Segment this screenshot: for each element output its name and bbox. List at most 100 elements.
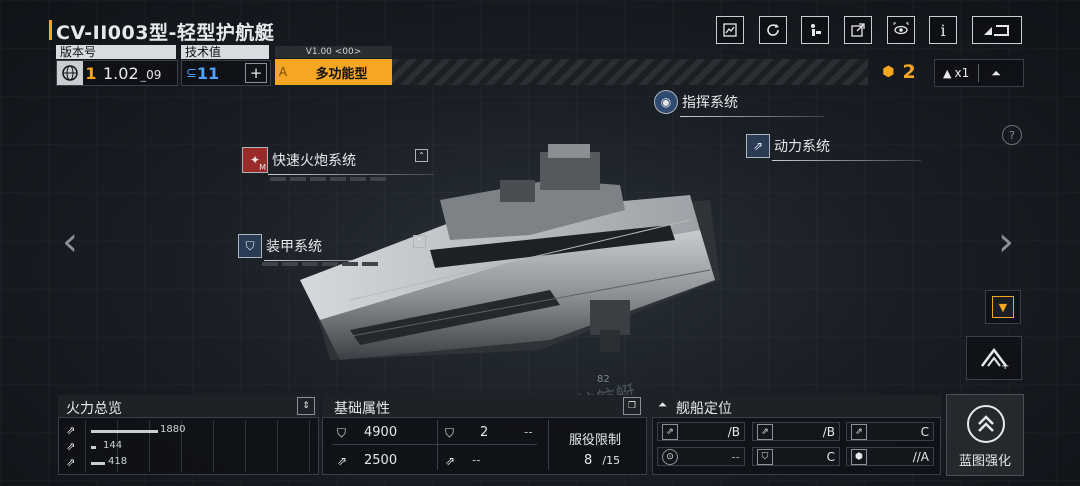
firepower-bar (91, 462, 105, 465)
view-icon[interactable] (887, 16, 915, 44)
cost-box: ⬢ 2 (870, 59, 928, 85)
position-cell: ⇗ C (846, 422, 934, 441)
armor-count-icon: ⛉ (445, 426, 455, 440)
cannon-slots (270, 177, 390, 181)
expand-icon[interactable]: ❐ (623, 397, 641, 415)
firepower-bar (91, 446, 96, 449)
tech-box: ⊆ 11 + (181, 60, 271, 86)
position-cell: ⇗ /B (657, 422, 745, 441)
tech-icon: ⊆ (186, 65, 197, 81)
version-box: 1 1.02 _ 09 (56, 60, 178, 86)
callout-power-label: 动力系统 (774, 139, 830, 155)
attributes-title: 基础属性 (334, 401, 390, 417)
header-stripe (392, 59, 868, 85)
positioning-title: 舰船定位 (676, 401, 732, 417)
collapse-icon: ⌃ (413, 235, 426, 248)
back-icon[interactable] (972, 16, 1022, 44)
service-limit: 8 /15 (584, 453, 620, 468)
enhance-icon (967, 405, 1005, 443)
role-badge: A 多功能型 (275, 59, 392, 85)
hp-value: 4900 (364, 425, 398, 440)
version-level: 1 (85, 63, 97, 83)
help-icon[interactable]: ? (1002, 125, 1022, 145)
dropdown-button[interactable]: ▼ (985, 290, 1021, 324)
position-cell: ⇗ /B (752, 422, 840, 441)
version-label: 版本号 (56, 45, 176, 59)
fleet-icon: ⏶ (658, 398, 667, 411)
command-icon: ◉ (654, 90, 678, 114)
support-icon: ⬢ (851, 448, 867, 465)
power-icon: ⇗ (746, 134, 770, 158)
positioning-header: ⏶ 舰船定位 (652, 395, 941, 418)
position-cell: ⛉ C (752, 447, 840, 466)
position-grade: /B (727, 424, 740, 439)
refresh-icon[interactable] (759, 16, 787, 44)
sort-icon[interactable]: ⇕ (297, 397, 315, 415)
collapse-icon: ⌃ (415, 149, 428, 162)
armor-sub-value: -- (524, 425, 533, 439)
next-ship-button[interactable]: › (998, 222, 1014, 262)
blueprint-enhance-label: 蓝图强化 (958, 454, 1011, 469)
paint-icon[interactable] (801, 16, 829, 44)
service-limit-label: 服役限制 (569, 433, 622, 448)
callout-cannon[interactable]: ✦ M 快速火炮系统 ⌃ (242, 147, 434, 175)
callout-armor[interactable]: ⛉ 装甲系统 ⌃ (238, 233, 432, 261)
callout-cannon-label: 快速火炮系统 (272, 153, 356, 169)
build-version: V1.00 <00> (275, 46, 392, 58)
chevron-down-icon: ▼ (992, 296, 1014, 318)
tech-add-button[interactable]: + (245, 63, 267, 83)
firepower-row-2-icon: ⇗ (66, 440, 76, 453)
firepower-header: 火力总览 ⇕ (58, 395, 319, 418)
position-grade: /B (822, 424, 835, 439)
service-limit-max: /15 (602, 454, 621, 467)
hp-icon: ⛉ (337, 426, 347, 440)
firepower-row-1-icon: ⇗ (66, 424, 76, 437)
upgrade-button[interactable]: + (966, 336, 1022, 380)
attributes-header: 基础属性 ❐ (322, 395, 647, 418)
firepower-title: 火力总览 (66, 401, 122, 417)
speed-value: 2500 (364, 453, 398, 468)
role-icon: ⇗ (851, 423, 867, 440)
blueprint-enhance-button[interactable]: 蓝图强化 (946, 394, 1024, 476)
armor-icon: ⛉ (238, 234, 262, 258)
role-label: 多功能型 (315, 66, 368, 82)
service-limit-current: 8 (584, 453, 593, 468)
page-title: CV-II003型-轻型护航艇 (49, 18, 274, 45)
callout-command[interactable]: ◉ 指挥系统 (654, 89, 824, 117)
role-icon: ⇗ (757, 423, 773, 440)
upgrade-icon: + (981, 347, 1009, 370)
position-grade: C (920, 424, 929, 439)
version-sub: 09 (146, 67, 162, 82)
version-value: 1.02 (103, 63, 139, 83)
cost-icon: ⬢ (882, 64, 895, 80)
callout-power[interactable]: ⇗ 动力系统 (746, 133, 921, 161)
cannon-badge: M (259, 163, 266, 172)
globe-icon (57, 61, 83, 85)
position-grade: -- (731, 449, 740, 464)
share-icon[interactable] (844, 16, 872, 44)
firepower-bar (91, 430, 158, 433)
evasion-value: -- (472, 453, 481, 467)
info-icon[interactable]: i (929, 16, 957, 44)
callout-armor-label: 装甲系统 (266, 239, 322, 255)
prev-ship-button[interactable]: ‹ (62, 222, 78, 262)
multiplier-value: x1 (954, 66, 970, 80)
evasion-icon: ⇗ (445, 454, 456, 468)
deploy-icon: ▲ (943, 66, 952, 80)
cost-value: 2 (902, 61, 916, 83)
title-accent (49, 20, 52, 40)
multiplier-box[interactable]: ▲ x1 ⏶ (934, 59, 1024, 87)
shield-icon: ⛉ (757, 448, 773, 465)
target-icon: ⊙ (662, 448, 678, 465)
armor-slots (262, 262, 382, 266)
tech-value: 11 (196, 63, 220, 83)
cannon-icon: ✦ M (242, 147, 268, 173)
svg-text:+: + (1001, 361, 1009, 370)
grade-letter: A (278, 65, 288, 79)
armor-count-value: 2 (480, 425, 489, 440)
position-cell: ⊙ -- (657, 447, 745, 466)
speed-icon: ⇗ (337, 454, 348, 468)
blueprint-icon[interactable] (716, 16, 744, 44)
fleet-icon: ⏶ (991, 65, 1001, 80)
position-cell: ⬢ //A (846, 447, 934, 466)
